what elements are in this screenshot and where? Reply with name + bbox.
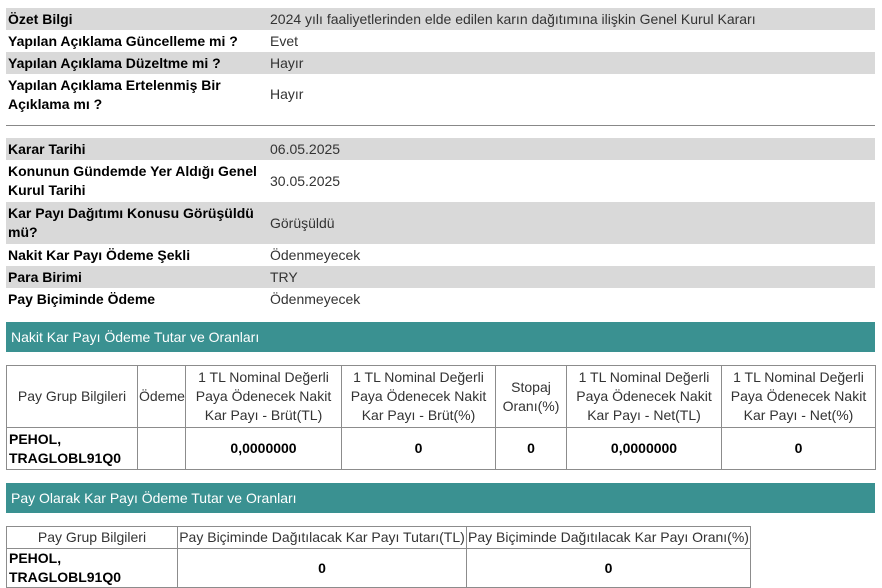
decision-date-row: Karar Tarihi 06.05.2025 — [6, 138, 875, 160]
table-row: PEHOL, TRAGLOBL91Q0 0 0 — [6, 548, 751, 588]
summary-table: Özet Bilgi 2024 yılı faaliyetlerinden el… — [6, 8, 875, 115]
col-net-tl: 1 TL Nominal Değerli Paya Ödenecek Nakit… — [566, 365, 722, 428]
col-share-group: Pay Grup Bilgileri — [6, 526, 178, 549]
net-pct-cell: 0 — [721, 427, 876, 470]
currency-row: Para Birimi TRY — [6, 266, 875, 288]
table-row: PEHOL, TRAGLOBL91Q0 0,0000000 0 0 0,0000… — [6, 427, 876, 470]
col-stock-amount: Pay Biçiminde Dağıtılacak Kar Payı Tutar… — [177, 526, 467, 549]
stock-rate-cell: 0 — [466, 548, 751, 588]
deferred-value: Hayır — [270, 86, 304, 102]
general-assembly-date-row: Konunun Gündemde Yer Aldığı Genel Kurul … — [6, 160, 875, 202]
correction-row: Yapılan Açıklama Düzeltme mi ? Hayır — [6, 52, 875, 74]
dividend-discussed-value: Görüşüldü — [267, 202, 875, 244]
update-value: Evet — [270, 32, 299, 49]
general-assembly-date-value: 30.05.2025 — [270, 172, 341, 189]
currency-label: Para Birimi — [6, 266, 267, 288]
stock-payment-row: Pay Biçiminde Ödeme Ödenmeyecek — [6, 288, 875, 310]
stock-payment-value: Ödenmeyecek — [270, 290, 361, 307]
stock-dividend-header-row: Pay Grup Bilgileri Pay Biçiminde Dağıtıl… — [6, 526, 751, 549]
gross-pct-cell: 0 — [341, 427, 496, 470]
update-row: Yapılan Açıklama Güncelleme mi ? Evet — [6, 30, 875, 52]
currency-value: TRY — [267, 266, 875, 288]
cash-payment-method-row: Nakit Kar Payı Ödeme Şekli Ödenmeyecek — [6, 244, 875, 266]
deferred-label: Yapılan Açıklama Ertelenmiş Bir Açıklama… — [8, 76, 221, 112]
withholding-cell: 0 — [495, 427, 567, 470]
cash-payment-method-value: Ödenmeyecek — [270, 246, 361, 263]
correction-value: Hayır — [267, 52, 875, 74]
stock-amount-cell: 0 — [177, 548, 467, 588]
net-tl-cell: 0,0000000 — [566, 427, 722, 470]
gross-tl-cell: 0,0000000 — [185, 427, 342, 470]
dividend-discussed-label: Kar Payı Dağıtımı Konusu Görüşüldü mü? — [6, 202, 267, 244]
dividend-discussed-row: Kar Payı Dağıtımı Konusu Görüşüldü mü? G… — [6, 202, 875, 244]
col-net-pct: 1 TL Nominal Değerli Paya Ödenecek Nakit… — [721, 365, 876, 428]
col-share-group: Pay Grup Bilgileri — [6, 365, 138, 428]
summary-value: 2024 yılı faaliyetlerinden elde edilen k… — [267, 8, 875, 30]
col-payment: Ödeme — [137, 365, 186, 428]
stock-dividend-table: Pay Grup Bilgileri Pay Biçiminde Dağıtıl… — [6, 526, 751, 588]
decision-date-label: Karar Tarihi — [6, 138, 267, 160]
section-divider — [6, 125, 875, 126]
summary-row: Özet Bilgi 2024 yılı faaliyetlerinden el… — [6, 8, 875, 30]
decision-date-value: 06.05.2025 — [267, 138, 875, 160]
cash-dividend-section-header: Nakit Kar Payı Ödeme Tutar ve Oranları — [6, 322, 875, 352]
payment-cell — [137, 427, 186, 470]
col-withholding: Stopaj Oranı(%) — [495, 365, 567, 428]
deferred-row: Yapılan Açıklama Ertelenmiş Bir Açıklama… — [6, 74, 875, 115]
cash-payment-method-label: Nakit Kar Payı Ödeme Şekli — [8, 246, 191, 263]
correction-label: Yapılan Açıklama Düzeltme mi ? — [6, 52, 267, 74]
summary-label: Özet Bilgi — [6, 8, 267, 30]
cash-dividend-header-row: Pay Grup Bilgileri Ödeme 1 TL Nominal De… — [6, 365, 876, 428]
stock-payment-label: Pay Biçiminde Ödeme — [8, 290, 156, 307]
share-group-cell: PEHOL, TRAGLOBL91Q0 — [6, 427, 138, 470]
general-assembly-date-label: Konunun Gündemde Yer Aldığı Genel Kurul … — [8, 163, 257, 198]
details-table: Karar Tarihi 06.05.2025 Konunun Gündemde… — [6, 138, 875, 310]
cash-dividend-table: Pay Grup Bilgileri Ödeme 1 TL Nominal De… — [6, 365, 876, 470]
col-gross-pct: 1 TL Nominal Değerli Paya Ödenecek Nakit… — [341, 365, 496, 428]
share-group-cell: PEHOL, TRAGLOBL91Q0 — [6, 548, 178, 588]
update-label: Yapılan Açıklama Güncelleme mi ? — [8, 32, 238, 49]
col-stock-rate: Pay Biçiminde Dağıtılacak Kar Payı Oranı… — [466, 526, 751, 549]
col-gross-tl: 1 TL Nominal Değerli Paya Ödenecek Nakit… — [185, 365, 342, 428]
stock-dividend-section-header: Pay Olarak Kar Payı Ödeme Tutar ve Oranl… — [6, 483, 875, 513]
